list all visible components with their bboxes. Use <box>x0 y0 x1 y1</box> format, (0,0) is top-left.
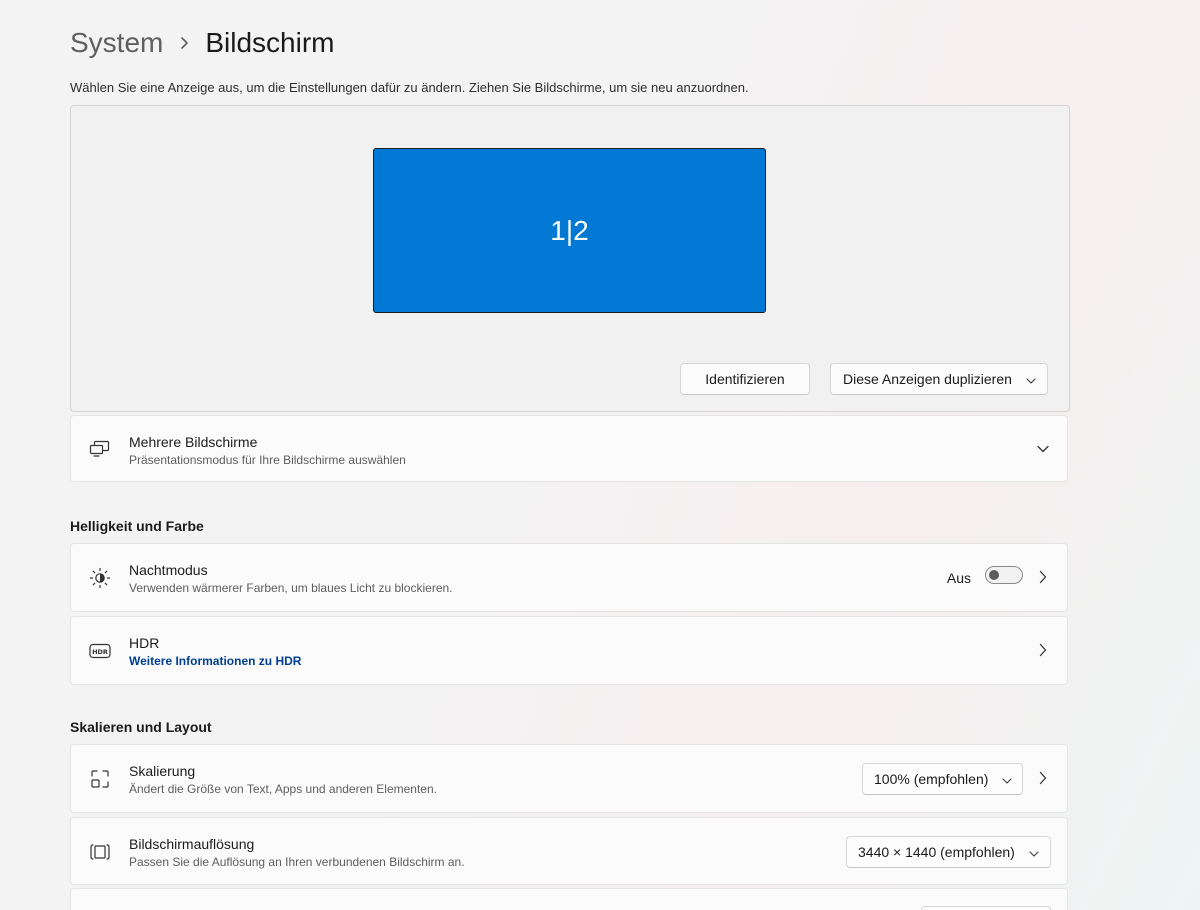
multiple-displays-card[interactable]: Mehrere Bildschirme Präsentationsmodus f… <box>70 415 1068 482</box>
scale-icon <box>89 768 111 790</box>
resolution-title: Bildschirmauflösung <box>129 836 255 852</box>
brightness-icon <box>89 567 111 589</box>
monitor-label: 1|2 <box>550 214 589 246</box>
duplicate-displays-dropdown[interactable]: Diese Anzeigen duplizieren <box>830 363 1048 395</box>
chevron-down-icon <box>1026 371 1036 387</box>
scaling-value: 100% (empfohlen) <box>874 771 989 787</box>
chevron-down-icon <box>1029 844 1039 860</box>
hdr-icon: HDR <box>89 640 111 662</box>
resolution-subtitle: Passen Sie die Auflösung an Ihren verbun… <box>129 855 465 869</box>
page-title: Bildschirm <box>205 27 335 58</box>
expand-chevron-down-icon[interactable] <box>1035 440 1051 458</box>
chevron-right-icon[interactable] <box>1035 769 1051 787</box>
multiple-displays-icon <box>89 438 111 460</box>
svg-text:HDR: HDR <box>92 648 108 656</box>
next-setting-dropdown[interactable] <box>921 906 1051 910</box>
section-scale-layout: Skalieren und Layout <box>70 719 212 735</box>
scaling-dropdown[interactable]: 100% (empfohlen) <box>862 763 1023 795</box>
chevron-right-icon[interactable] <box>1035 641 1051 659</box>
next-setting-card[interactable] <box>70 888 1068 910</box>
display-arrangement-panel: 1|2 Identifizieren Diese Anzeigen dupliz… <box>70 105 1070 412</box>
section-brightness-color: Helligkeit und Farbe <box>70 518 204 534</box>
night-light-card[interactable]: Nachtmodus Verwenden wärmerer Farben, um… <box>70 543 1068 612</box>
breadcrumb: System Bildschirm <box>70 22 335 64</box>
monitor-tile[interactable]: 1|2 <box>373 148 766 313</box>
scaling-title: Skalierung <box>129 763 196 779</box>
resolution-icon <box>89 841 111 863</box>
resolution-card[interactable]: Bildschirmauflösung Passen Sie die Auflö… <box>70 817 1068 885</box>
identify-button[interactable]: Identifizieren <box>680 363 810 395</box>
chevron-right-icon[interactable] <box>1035 568 1051 586</box>
night-light-subtitle: Verwenden wärmerer Farben, um blaues Lic… <box>129 581 453 595</box>
night-light-toggle[interactable] <box>985 566 1023 584</box>
resolution-value: 3440 × 1440 (empfohlen) <box>858 844 1015 860</box>
hdr-card[interactable]: HDR HDR Weitere Informationen zu HDR <box>70 616 1068 685</box>
night-light-state: Aus <box>946 570 971 586</box>
duplicate-displays-label: Diese Anzeigen duplizieren <box>843 371 1012 387</box>
chevron-right-icon <box>179 36 189 50</box>
breadcrumb-system[interactable]: System <box>70 27 163 59</box>
scaling-subtitle: Ändert die Größe von Text, Apps und ande… <box>129 782 437 796</box>
multiple-displays-subtitle: Präsentationsmodus für Ihre Bildschirme … <box>129 453 406 467</box>
multiple-displays-title: Mehrere Bildschirme <box>129 434 258 450</box>
hdr-title: HDR <box>129 635 160 651</box>
arrangement-instructions: Wählen Sie eine Anzeige aus, um die Eins… <box>70 80 749 95</box>
hdr-learn-more-link[interactable]: Weitere Informationen zu HDR <box>129 654 301 668</box>
night-light-title: Nachtmodus <box>129 562 208 578</box>
chevron-down-icon <box>1002 771 1013 787</box>
resolution-dropdown[interactable]: 3440 × 1440 (empfohlen) <box>846 836 1051 868</box>
toggle-knob <box>989 570 999 580</box>
scaling-card[interactable]: Skalierung Ändert die Größe von Text, Ap… <box>70 744 1068 813</box>
